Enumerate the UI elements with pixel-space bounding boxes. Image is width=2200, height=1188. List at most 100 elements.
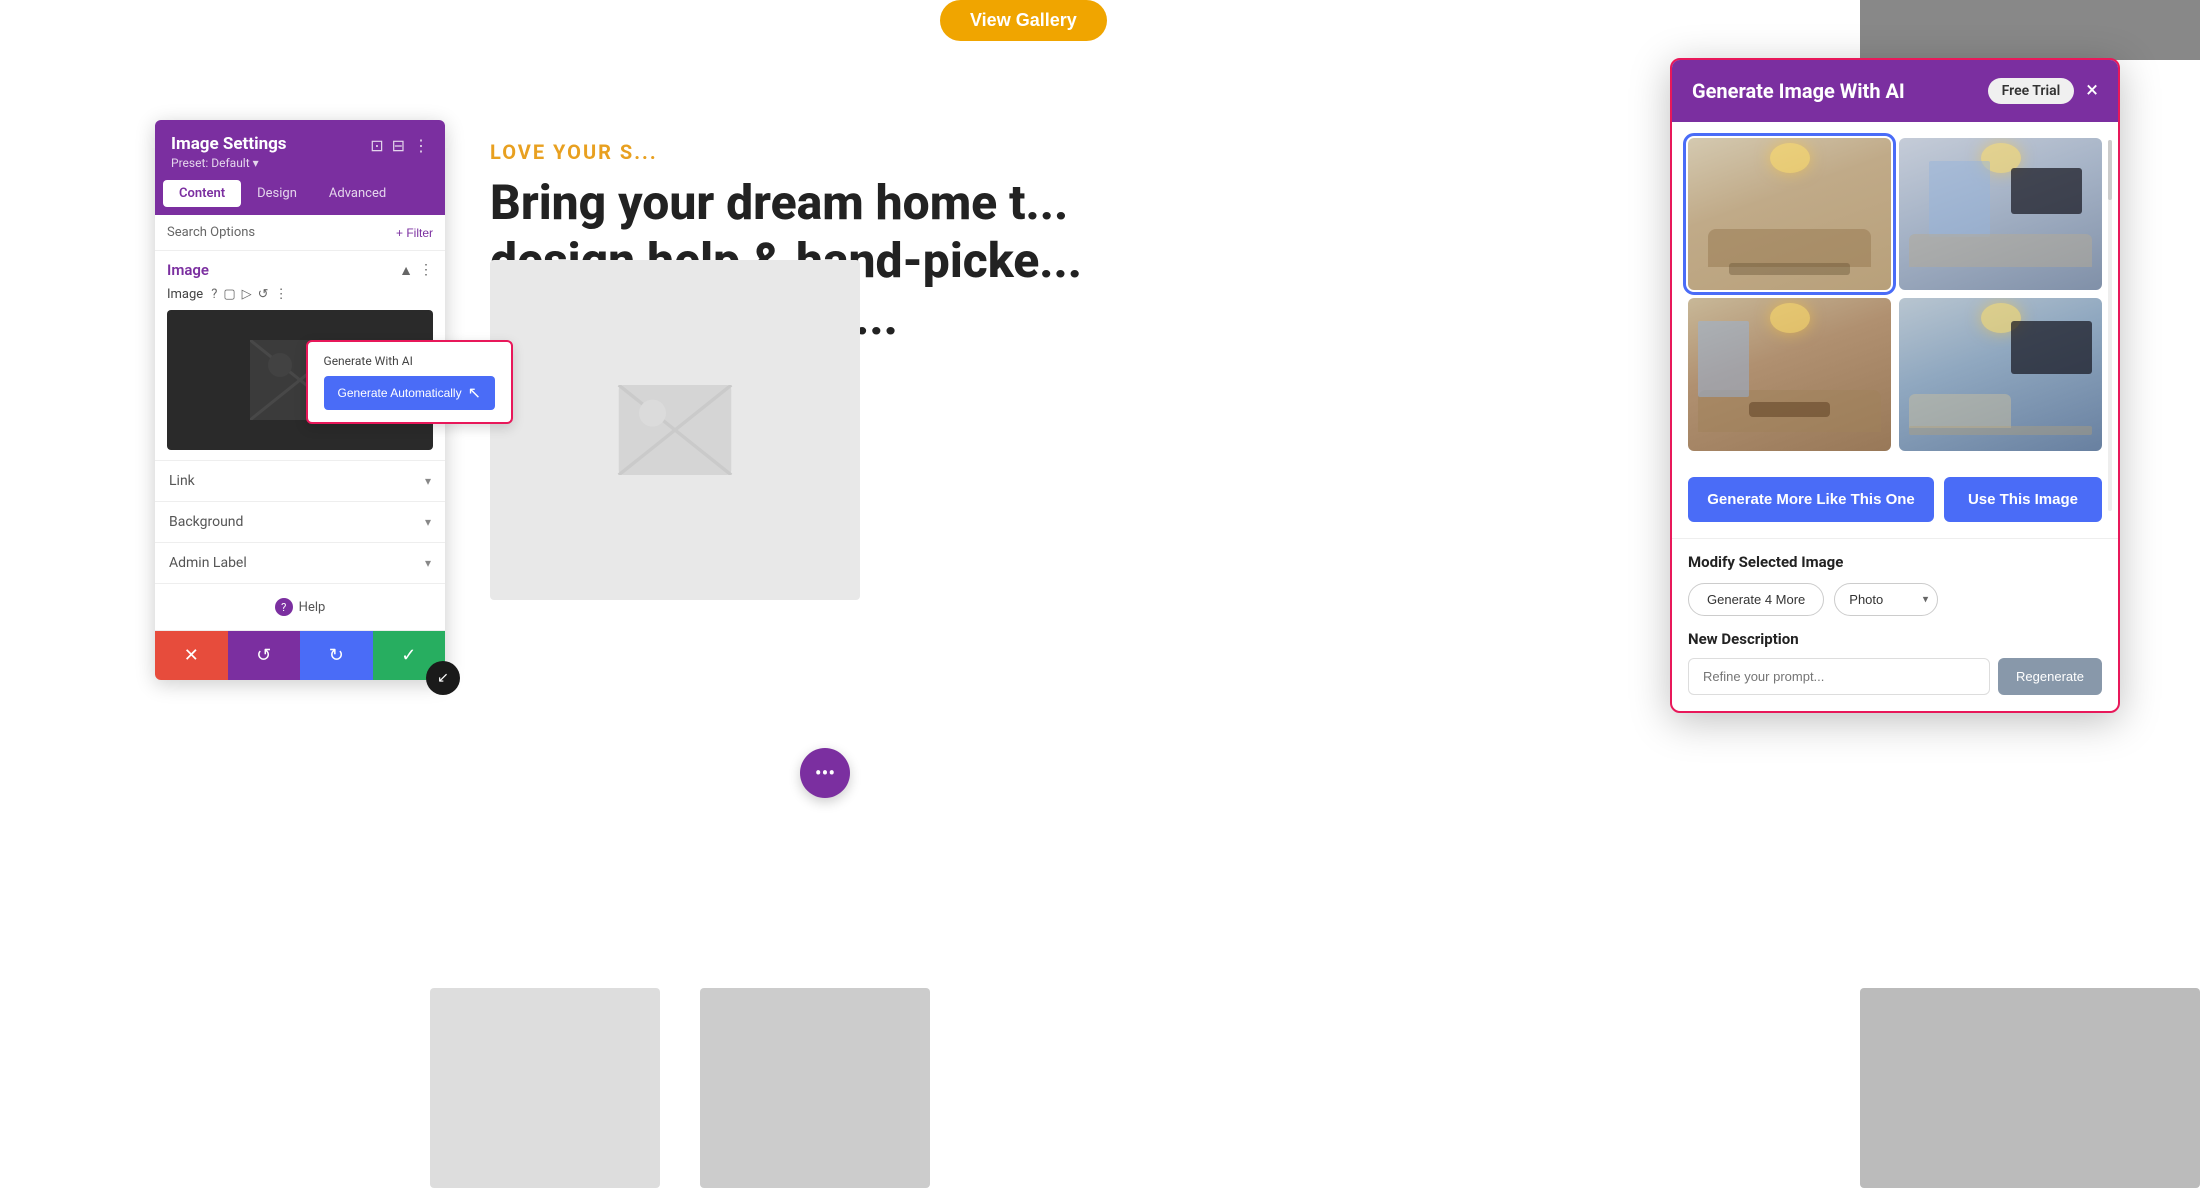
panel-icon-1[interactable]: ⊡ — [370, 136, 383, 155]
photo-select-wrapper: Photo Illustration Painting Digital Art … — [1834, 583, 1938, 616]
room-image-3 — [1688, 298, 1891, 450]
image-section: Image ▲ ⋮ Image ? ▢ ▷ ↺ ⋮ — [155, 251, 445, 461]
link-label: Link — [169, 473, 195, 489]
tv-4 — [2011, 321, 2092, 374]
generate-4-button[interactable]: Generate 4 More — [1688, 583, 1824, 616]
ai-image-item-2[interactable] — [1899, 138, 2102, 290]
background-label: Background — [169, 514, 243, 530]
new-description-row: Regenerate — [1688, 658, 2102, 695]
sofa-4 — [1909, 394, 2011, 427]
image-label: Image — [167, 287, 203, 302]
generate-ai-tooltip: Generate With AI Generate Automatically … — [306, 340, 513, 424]
new-description-section: New Description Regenerate — [1672, 630, 2118, 711]
table-1 — [1729, 263, 1851, 275]
panel-icon-2[interactable]: ⊟ — [392, 136, 405, 155]
bottom-image-3 — [1860, 988, 2200, 1188]
section-title: Image — [167, 261, 209, 279]
main-image-placeholder — [490, 260, 860, 600]
chat-icon: ••• — [815, 761, 835, 785]
image-tool-3[interactable]: ↺ — [258, 287, 269, 302]
table-3 — [1749, 402, 1830, 417]
view-gallery-button[interactable]: View Gallery — [940, 0, 1107, 41]
panel-header-icons: ⊡ ⊟ ⋮ — [370, 136, 429, 155]
free-trial-badge: Free Trial — [1988, 78, 2075, 104]
section-icon-up[interactable]: ▲ — [399, 262, 413, 279]
image-label-row: Image ? ▢ ▷ ↺ ⋮ — [167, 287, 433, 302]
cursor-icon: ↖ — [468, 383, 481, 403]
generate-more-button[interactable]: Generate More Like This One — [1688, 477, 1934, 522]
panel-tabs: Content Design Advanced — [155, 180, 445, 215]
admin-chevron: ▾ — [425, 556, 431, 570]
ai-image-item-4[interactable] — [1899, 298, 2102, 450]
sofa-1 — [1708, 229, 1870, 267]
panel-header-left: Image Settings Preset: Default ▾ — [171, 134, 287, 170]
photo-type-select[interactable]: Photo Illustration Painting Digital Art — [1834, 583, 1938, 616]
ai-image-item-1[interactable] — [1688, 138, 1891, 290]
redo-button[interactable]: ↻ — [300, 631, 373, 680]
panel-title: Image Settings — [171, 134, 287, 154]
background-section[interactable]: Background ▾ — [155, 502, 445, 543]
tv-2 — [2011, 168, 2082, 214]
admin-label: Admin Label — [169, 555, 247, 571]
image-tool-1[interactable]: ▢ — [223, 287, 235, 302]
ai-dialog: Generate Image With AI Free Trial × — [1670, 58, 2120, 713]
help-icon: ? — [275, 598, 293, 616]
help-icon-small[interactable]: ? — [211, 287, 217, 302]
generate-ai-label: Generate With AI — [324, 354, 495, 368]
action-buttons: Generate More Like This One Use This Ima… — [1672, 467, 2118, 538]
link-chevron: ▾ — [425, 474, 431, 488]
modify-row: Generate 4 More Photo Illustration Paint… — [1688, 583, 2102, 616]
scrollbar-track — [2108, 140, 2112, 511]
sofa-2 — [1909, 234, 2092, 267]
new-description-title: New Description — [1688, 630, 2102, 648]
room-image-1 — [1688, 138, 1891, 290]
image-tool-icons: ? ▢ ▷ ↺ ⋮ — [211, 287, 287, 302]
help-section: ? Help — [155, 584, 445, 630]
cancel-button[interactable]: ✕ — [155, 631, 228, 680]
dark-circle-button[interactable]: ↙ — [426, 661, 460, 695]
modify-section: Modify Selected Image Generate 4 More Ph… — [1672, 538, 2118, 630]
panel-icon-3[interactable]: ⋮ — [413, 136, 429, 155]
new-description-input[interactable] — [1688, 658, 1990, 695]
ai-dialog-header-right: Free Trial × — [1988, 78, 2098, 104]
section-icons: ▲ ⋮ — [399, 262, 433, 279]
panel-header: Image Settings Preset: Default ▾ ⊡ ⊟ ⋮ — [155, 120, 445, 180]
hero-love-text: LOVE YOUR S... — [490, 140, 1380, 164]
help-text: Help — [299, 600, 326, 615]
tab-design[interactable]: Design — [241, 180, 313, 207]
chandelier-3 — [1770, 303, 1810, 333]
tab-advanced[interactable]: Advanced — [313, 180, 402, 207]
close-button[interactable]: × — [2086, 80, 2098, 102]
room-image-4 — [1899, 298, 2102, 450]
image-settings-panel: Image Settings Preset: Default ▾ ⊡ ⊟ ⋮ C… — [155, 120, 445, 680]
admin-label-section[interactable]: Admin Label ▾ — [155, 543, 445, 584]
ai-image-item-3[interactable] — [1688, 298, 1891, 450]
filter-button[interactable]: + Filter — [396, 226, 433, 240]
tab-content[interactable]: Content — [163, 180, 241, 207]
search-label: Search Options — [167, 225, 255, 240]
background-chevron: ▾ — [425, 515, 431, 529]
use-this-image-button[interactable]: Use This Image — [1944, 477, 2102, 522]
generate-auto-label: Generate Automatically — [338, 386, 462, 400]
generate-automatically-button[interactable]: Generate Automatically ↖ — [324, 376, 495, 410]
panel-footer: ✕ ↺ ↻ ✓ — [155, 630, 445, 680]
ai-dialog-header: Generate Image With AI Free Trial × — [1672, 60, 2118, 122]
chat-floating-button[interactable]: ••• — [800, 748, 850, 798]
chandelier-1 — [1770, 143, 1810, 173]
bottom-image-1 — [430, 988, 660, 1188]
image-tool-4[interactable]: ⋮ — [275, 287, 288, 302]
window-3 — [1698, 321, 1749, 397]
panel-preset: Preset: Default ▾ — [171, 156, 287, 170]
regenerate-button[interactable]: Regenerate — [1998, 658, 2102, 695]
image-tool-2[interactable]: ▷ — [242, 287, 252, 302]
ai-dialog-title: Generate Image With AI — [1692, 79, 1905, 103]
floor-detail-4 — [1909, 426, 2092, 435]
help-link[interactable]: ? Help — [169, 598, 431, 616]
room-image-2 — [1899, 138, 2102, 290]
section-icon-more[interactable]: ⋮ — [419, 262, 433, 278]
link-section[interactable]: Link ▾ — [155, 461, 445, 502]
modify-title: Modify Selected Image — [1688, 553, 2102, 571]
undo-button[interactable]: ↺ — [228, 631, 301, 680]
section-header: Image ▲ ⋮ — [167, 261, 433, 279]
panel-search: Search Options + Filter — [155, 215, 445, 251]
